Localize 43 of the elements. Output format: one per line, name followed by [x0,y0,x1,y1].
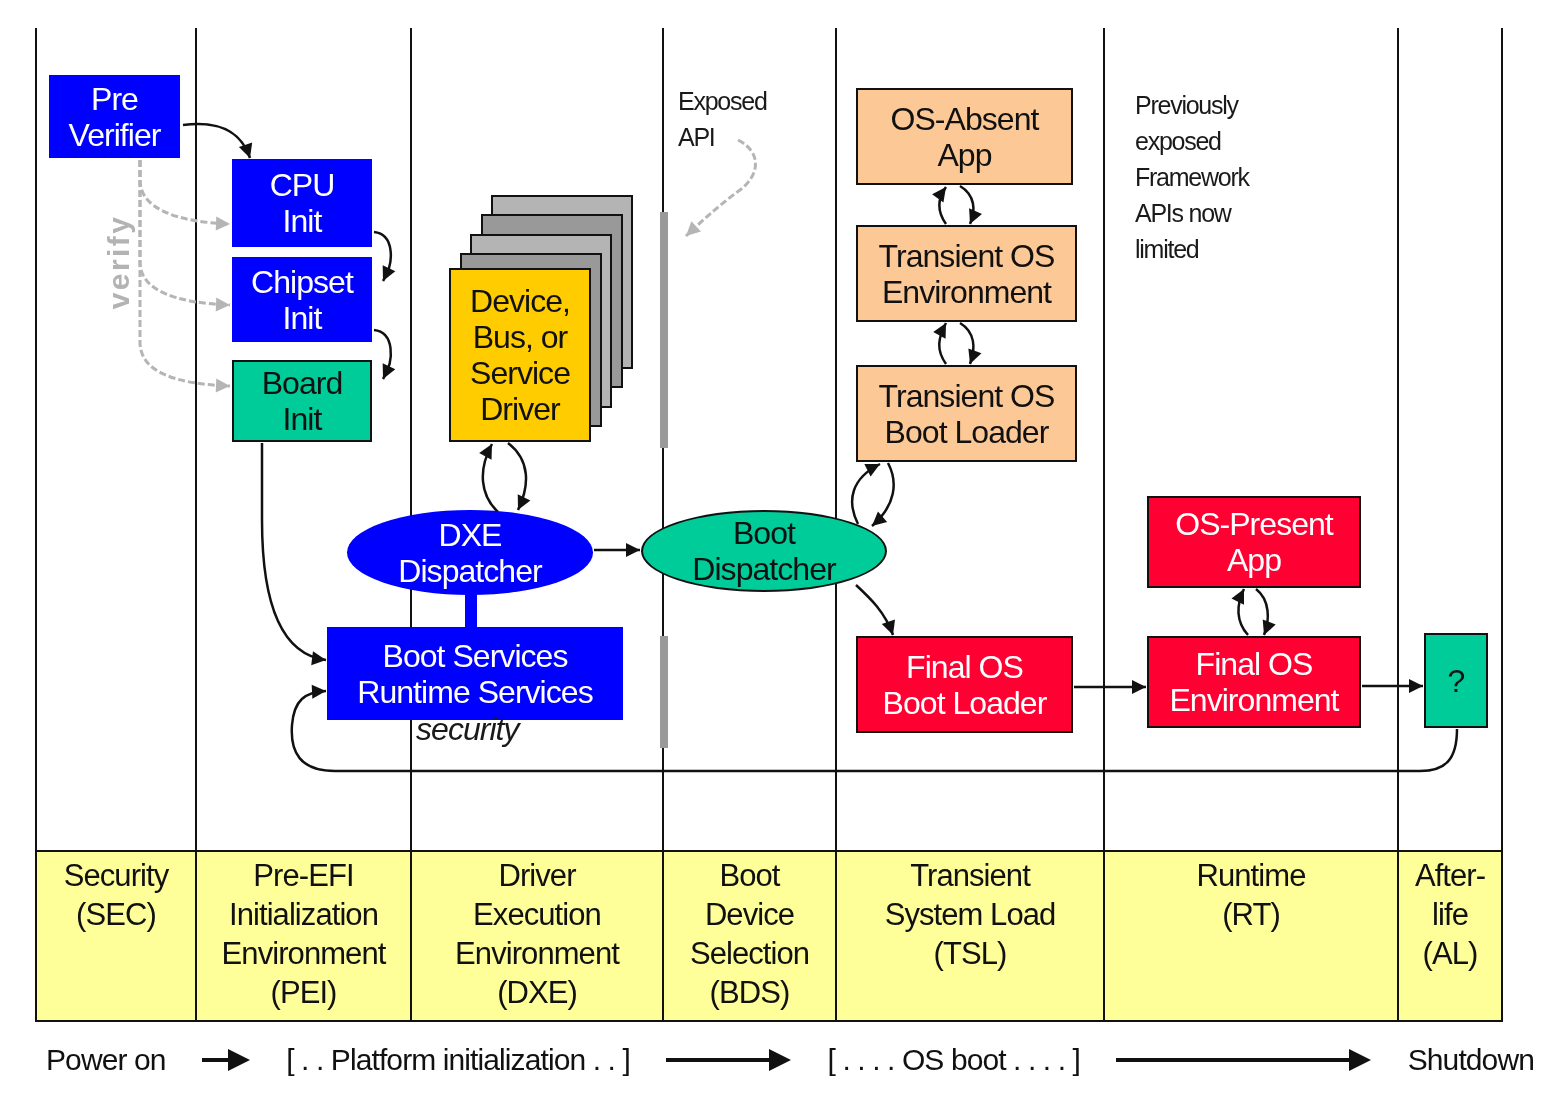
process-box: CPU Init [232,159,372,247]
loop-arrow [850,462,881,525]
timeline-arrow [201,1049,250,1071]
process-box: ? [1424,633,1488,728]
loop-arrow [507,442,531,511]
loop-arrow [1231,588,1249,636]
process-box: OS-Absent App [856,88,1073,185]
annotation-text: Exposed API [678,86,767,153]
timeline-label: Power on [46,1042,166,1078]
annotation-text: Previously exposed Framework APIs now limited [1135,90,1249,265]
process-box: OS-Present App [1147,496,1361,588]
connector-arrow [373,230,396,282]
loop-arrow [933,322,948,365]
process-box: Transient OS Boot Loader [856,365,1077,462]
timeline-label: Shutdown [1407,1042,1534,1078]
loop-arrow [932,186,948,225]
process-box: Transient OS Environment [856,225,1077,322]
phase-label: After- life (AL) [1414,857,1486,973]
dispatcher-ellipse: Boot Dispatcher [641,510,887,592]
phase-label: Security (SEC) [63,857,169,934]
process-box: Chipset Init [232,257,372,342]
loop-arrow [959,321,982,365]
phase-label: Driver Execution Environment (DXE) [455,857,619,1012]
driver-card: Device, Bus, or Service Driver [449,268,591,442]
loop-arrow [959,184,982,225]
loop-arrow [479,443,499,513]
connector-arrow [373,328,396,380]
phase-label: Boot Device Selection (BDS) [689,857,810,1012]
phase-label: Pre-EFI Initialization Environment (PEI) [221,857,386,1012]
vertical-label: verify [102,214,137,310]
dispatcher-ellipse: DXE Dispatcher [347,510,593,595]
process-box: Board Init [232,360,372,442]
loop-arrow [871,462,895,527]
process-box: Final OS Environment [1147,636,1361,728]
loop-arrow [1255,588,1276,636]
process-box: Pre Verifier [49,75,180,158]
connector-arrow [594,543,640,557]
timeline-label: [ . . . . OS boot . . . . ] [827,1042,1081,1078]
phase-label: Runtime (RT) [1196,857,1306,934]
process-box: Final OS Boot Loader [856,636,1073,733]
connector-arrow [855,584,895,636]
phase-label: Transient System Load (TSL) [884,857,1056,973]
timeline-label: [ . . Platform initialization . . ] [286,1042,630,1078]
